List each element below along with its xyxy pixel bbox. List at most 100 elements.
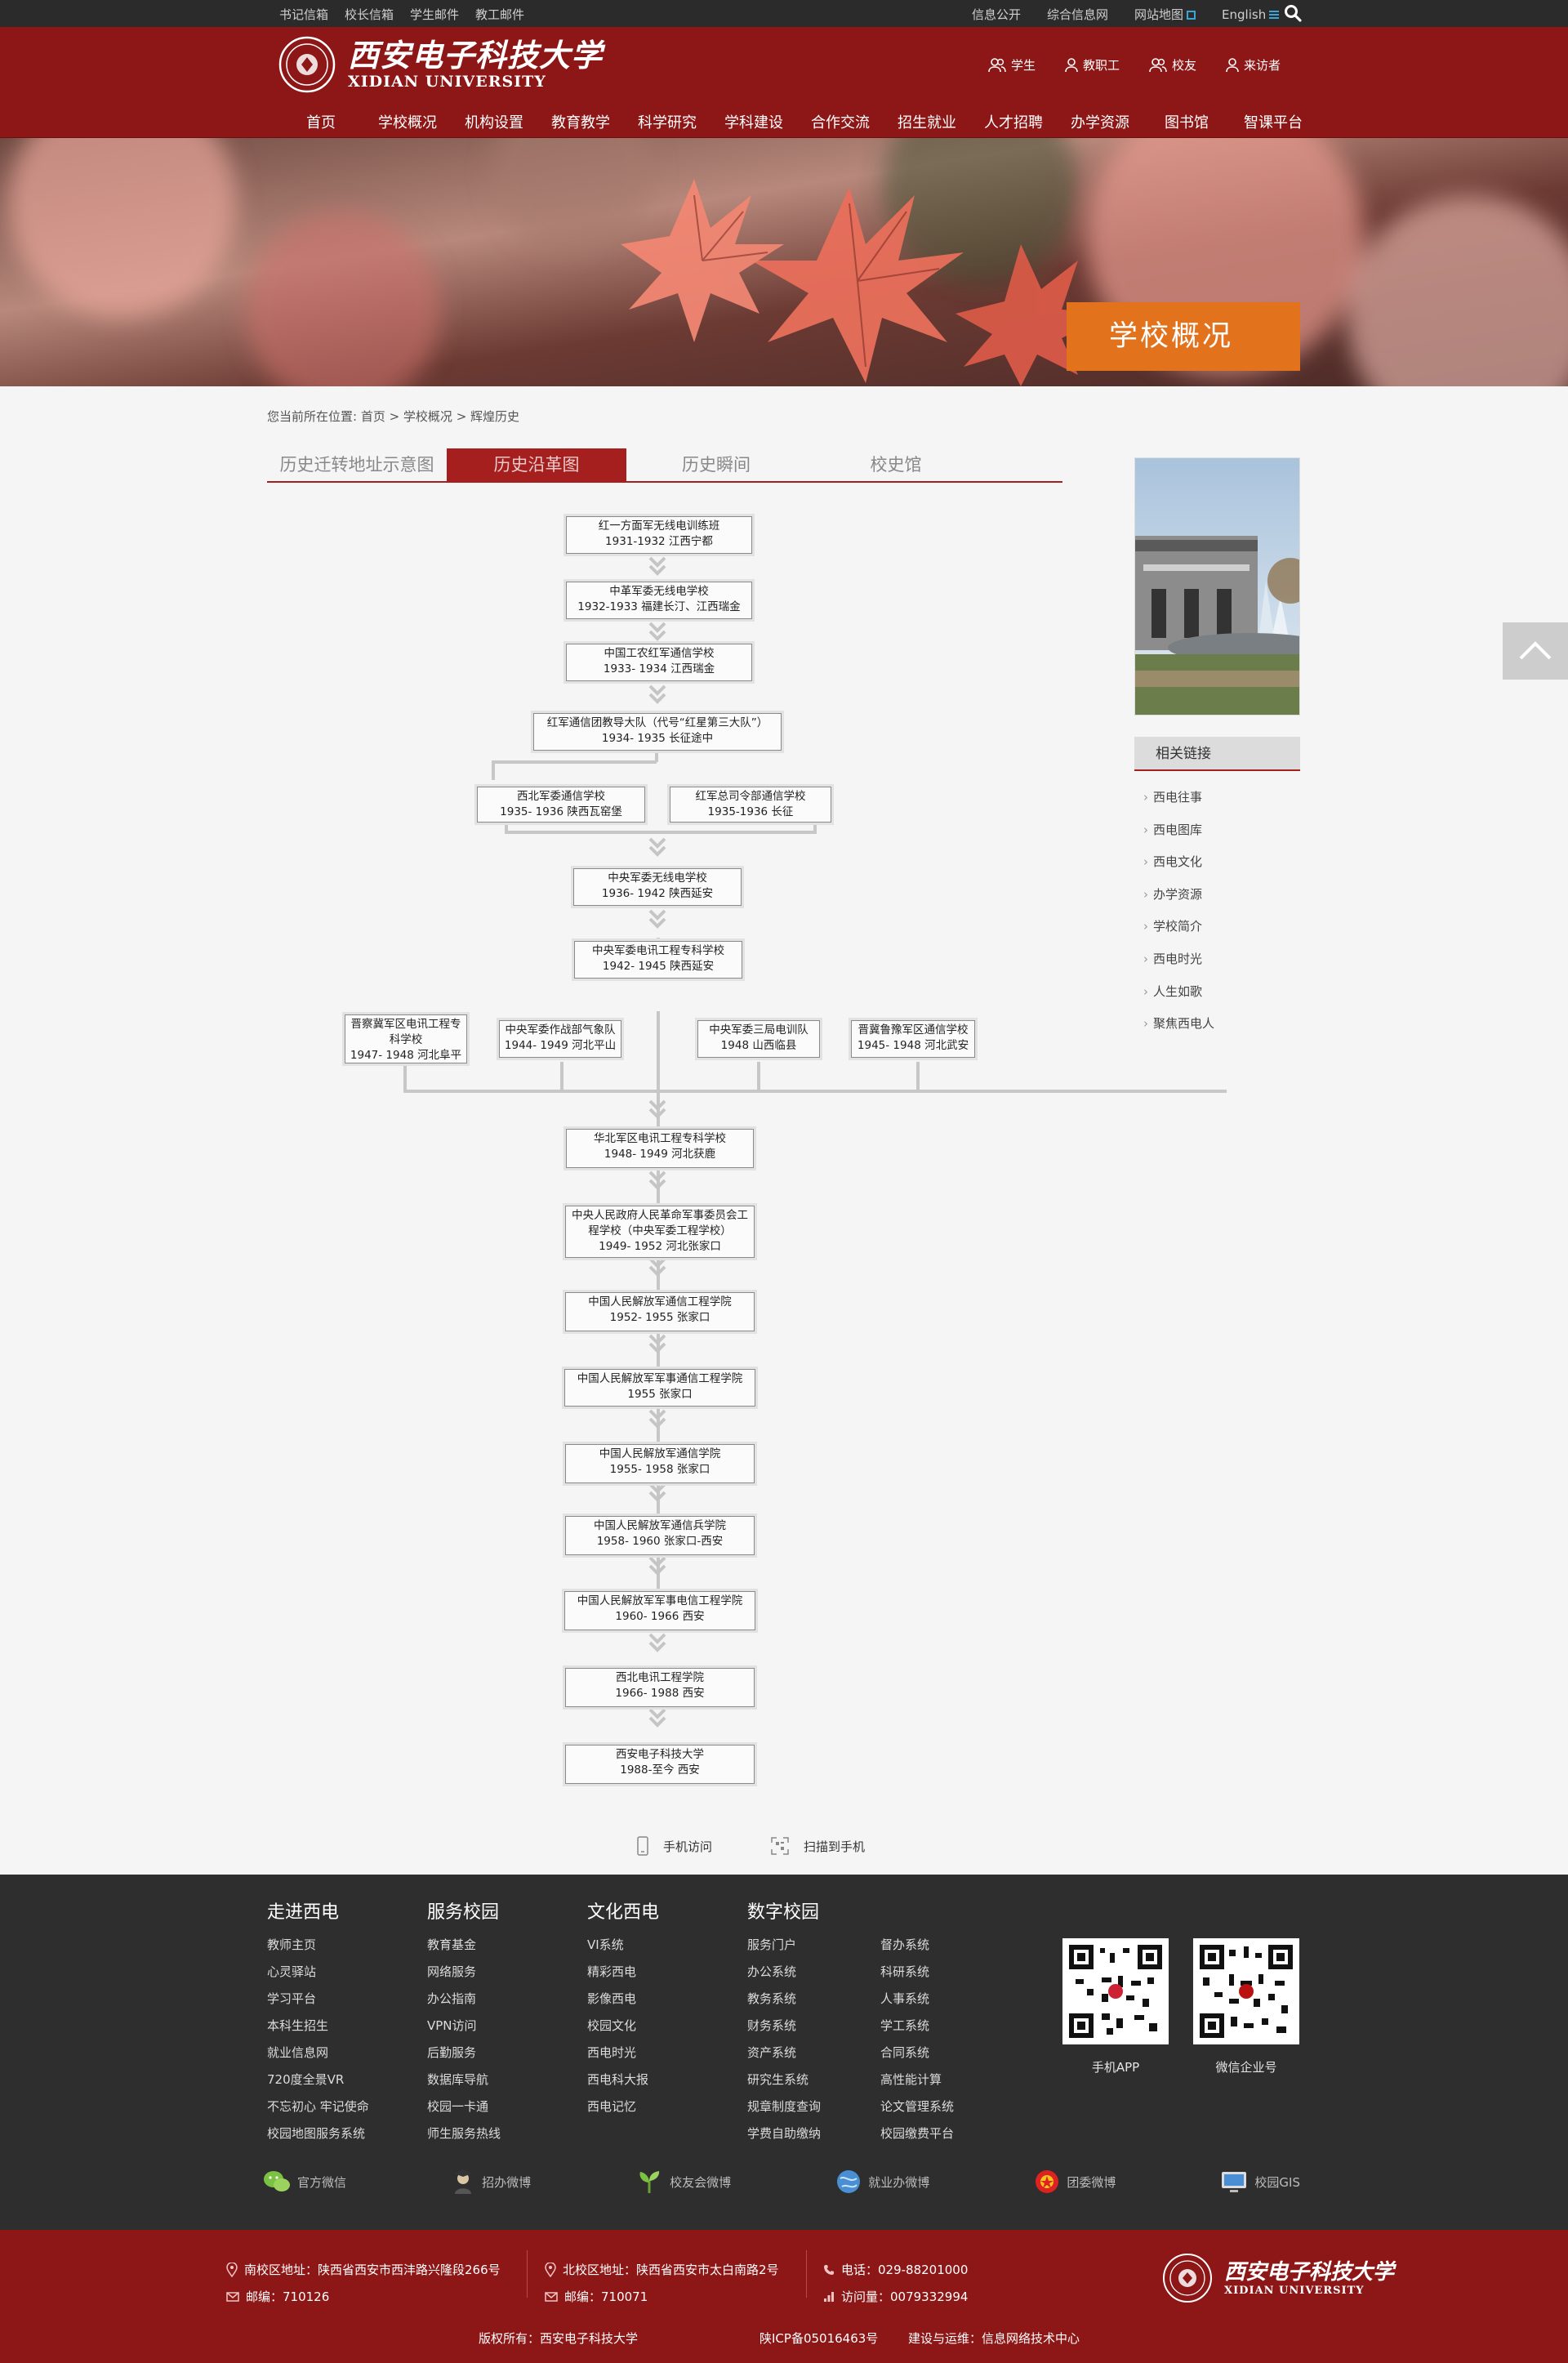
footer-link[interactable]: 西电记忆 [587,2093,659,2120]
social-employment-weibo[interactable]: 就业办微博 [835,2169,929,2195]
history-node-name: 红一方面军无线电训练班 [598,519,720,533]
social-youth-league-weibo[interactable]: 团委微博 [1034,2169,1116,2195]
sidebar-link-life-song[interactable]: 人生如歌 [1143,983,1214,1015]
footer-link[interactable]: 合同系统 [880,2040,954,2067]
footer-link[interactable]: 研究生系统 [747,2067,821,2093]
nav-organization[interactable]: 机构设置 [451,111,537,132]
nav-cooperation[interactable]: 合作交流 [797,111,884,132]
nav-recruitment[interactable]: 人才招聘 [970,111,1057,132]
social-official-wechat[interactable]: 官方微信 [263,2169,346,2195]
top-link-president-mailbox[interactable]: 校长信箱 [345,6,394,23]
sidebar-link-gallery[interactable]: 西电图库 [1143,821,1214,854]
top-link-student-mail[interactable]: 学生邮件 [410,6,459,23]
footer-link[interactable]: 学费自助缴纳 [747,2120,821,2147]
sidebar-link-people[interactable]: 聚焦西电人 [1143,1014,1214,1047]
audience-link-student[interactable]: 学生 [988,56,1036,74]
campus-photo-image [1135,458,1299,715]
social-alumni-weibo[interactable]: 校友会微博 [635,2169,731,2195]
footer-link[interactable]: 数据库导航 [427,2067,501,2093]
footer-link[interactable]: 科研系统 [880,1959,954,1986]
footer-link[interactable]: 720度全景VR [267,2067,369,2093]
tab-museum[interactable]: 校史馆 [806,448,986,481]
university-logo[interactable]: 西安电子科技大学 XIDIAN UNIVERSITY [278,35,603,94]
footer-link[interactable]: 不忘初心 牢记使命 [267,2093,369,2120]
top-link-sitemap[interactable]: 网站地图 [1134,6,1196,23]
nav-education[interactable]: 教育教学 [537,111,624,132]
footer-link[interactable]: 校园缴费平台 [880,2120,954,2147]
tab-history-evolution[interactable]: 历史沿革图 [447,448,626,481]
footer-link[interactable]: VI系统 [587,1932,659,1959]
footer-link[interactable]: 师生服务热线 [427,2120,501,2147]
footer-link[interactable]: 校园一卡通 [427,2093,501,2120]
top-link-info-disclosure[interactable]: 信息公开 [972,6,1021,23]
sidebar-link-resources[interactable]: 办学资源 [1143,885,1214,918]
footer-link[interactable]: 就业信息网 [267,2040,369,2067]
top-link-secretary-mailbox[interactable]: 书记信箱 [279,6,328,23]
icp-record-link[interactable]: 陕ICP备05016463号 [760,2330,878,2347]
footer-link[interactable]: 资产系统 [747,2040,821,2067]
footer-link[interactable]: 精彩西电 [587,1959,659,1986]
top-link-english[interactable]: English [1222,7,1280,22]
footer-link[interactable]: 人事系统 [880,1986,954,2013]
footer-link[interactable]: 督办系统 [880,1932,954,1959]
sidebar-link-introduction[interactable]: 学校简介 [1143,917,1214,950]
footer-link[interactable]: 学习平台 [267,1986,369,2013]
footer-link[interactable]: 西电时光 [587,2040,659,2067]
audience-link-staff[interactable]: 教职工 [1065,56,1120,74]
footer-link[interactable]: 校园地图服务系统 [267,2120,369,2147]
footer-link[interactable]: 服务门户 [747,1932,821,1959]
top-link-info-portal[interactable]: 综合信息网 [1047,6,1108,23]
footer-link[interactable]: 西电科大报 [587,2067,659,2093]
back-to-top-button[interactable] [1503,622,1568,680]
history-node-period: 1936- 1942 陕西延安 [601,887,714,900]
nav-disciplines[interactable]: 学科建设 [710,111,797,132]
footer-link[interactable]: 规章制度查询 [747,2093,821,2120]
campus-building-photo[interactable] [1134,457,1300,716]
tab-migration-map[interactable]: 历史迁转地址示意图 [267,448,447,481]
footer-link[interactable]: 教育基金 [427,1932,501,1959]
footer-link[interactable]: 影像西电 [587,1986,659,2013]
history-node: 中国人民解放军通信工程学院 1952- 1955 张家口 [565,1292,755,1331]
footer-link[interactable]: 网络服务 [427,1959,501,1986]
social-campus-gis[interactable]: 校园GIS [1220,2169,1300,2195]
sidebar-link-culture[interactable]: 西电文化 [1143,853,1214,885]
search-icon[interactable] [1284,4,1302,22]
footer-link[interactable]: 本科生招生 [267,2013,369,2040]
nav-resources[interactable]: 办学资源 [1057,111,1143,132]
audience-link-visitor[interactable]: 来访者 [1226,56,1281,74]
top-utility-bar: 书记信箱 校长信箱 学生邮件 教工邮件 信息公开 综合信息网 网站地图 Engl… [0,0,1568,27]
top-link-staff-mail[interactable]: 教工邮件 [475,6,524,23]
footer-link[interactable]: 办公指南 [427,1986,501,2013]
footer-link[interactable]: 心灵驿站 [267,1959,369,1986]
footer-link[interactable]: 论文管理系统 [880,2093,954,2120]
nav-smart-course[interactable]: 智课平台 [1230,111,1316,132]
sidebar-link-time[interactable]: 西电时光 [1143,950,1214,983]
mobile-visit-link[interactable]: 手机访问 [637,1836,712,1856]
social-admissions-weibo[interactable]: 招办微博 [451,2169,531,2195]
nav-admissions[interactable]: 招生就业 [884,111,970,132]
footer-link[interactable]: 高性能计算 [880,2067,954,2093]
footer-link[interactable]: 财务系统 [747,2013,821,2040]
scan-to-phone-link[interactable]: 扫描到手机 [771,1836,865,1856]
footer-link[interactable]: 教务系统 [747,1986,821,2013]
audience-link-alumni[interactable]: 校友 [1149,56,1196,74]
nav-library[interactable]: 图书馆 [1143,111,1230,132]
history-node-period: 1942- 1945 陕西延安 [602,960,715,973]
footer-link[interactable]: 办公系统 [747,1959,821,1986]
nav-about[interactable]: 学校概况 [364,111,451,132]
history-node-name: 中国人民解放军军事电信工程学院 [577,1594,743,1607]
menu-lines-icon [1269,11,1280,19]
footer-link[interactable]: VPN访问 [427,2013,501,2040]
top-right-links: 信息公开 综合信息网 网站地图 English [972,6,1280,23]
footer-link[interactable]: 后勤服务 [427,2040,501,2067]
nav-research[interactable]: 科学研究 [624,111,710,132]
footer-link[interactable]: 学工系统 [880,2013,954,2040]
top-left-links: 书记信箱 校长信箱 学生邮件 教工邮件 [279,6,524,23]
nav-home[interactable]: 首页 [278,111,364,132]
footer-link[interactable]: 教师主页 [267,1932,369,1959]
footer-logo[interactable]: 西安电子科技大学 XIDIAN UNIVERSITY [1162,2253,1394,2303]
social-label: 团委微博 [1067,2174,1116,2190]
sidebar-link-xidian-past[interactable]: 西电往事 [1143,788,1214,821]
tab-history-moments[interactable]: 历史瞬间 [626,448,806,481]
footer-link[interactable]: 校园文化 [587,2013,659,2040]
